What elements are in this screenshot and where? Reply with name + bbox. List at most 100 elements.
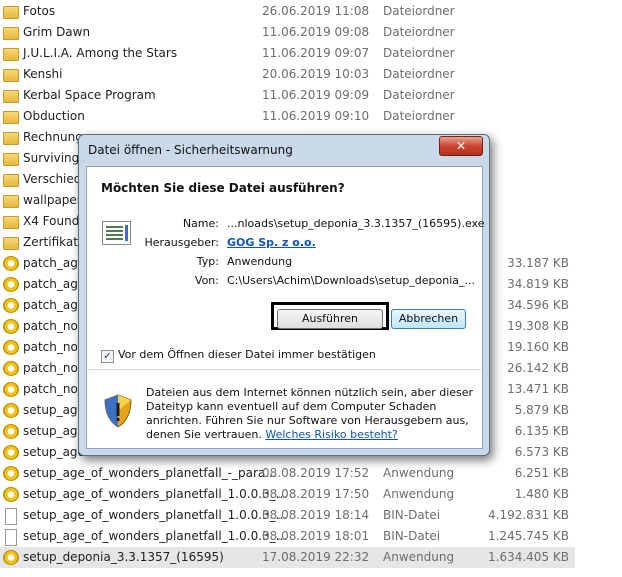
file-size: 13.471 KB (507, 382, 569, 396)
file-name: J.U.L.I.A. Among the Stars (23, 46, 178, 60)
folder-row[interactable]: Obduction 11.06.2019 09:10 Dateiordner (0, 106, 575, 127)
file-row[interactable]: setup_age_of_wonders_planetfall_1.0.0.3_… (0, 484, 575, 505)
folder-icon (3, 195, 19, 208)
folder-row[interactable]: J.U.L.I.A. Among the Stars 11.06.2019 09:… (0, 43, 575, 64)
file-type: Dateiordner (383, 4, 455, 18)
file-size: 6.251 KB (514, 466, 569, 480)
installer-icon (3, 382, 19, 397)
file-name: setup_age_of_wonders_planetfall_1.0.0.3_… (23, 529, 288, 543)
file-name: Grim Dawn (23, 25, 91, 39)
file-name: setup_age (23, 424, 85, 438)
name-label: Name: (182, 217, 219, 230)
folder-icon (3, 69, 19, 82)
dialog-title: Datei öffnen - Sicherheitswarnung (88, 143, 293, 157)
cancel-button[interactable]: Abbrechen (391, 309, 466, 329)
file-name: Obduction (23, 109, 85, 123)
from-label: Von: (194, 274, 219, 287)
file-date: 17.08.2019 22:32 (262, 550, 370, 564)
bin-file-icon (5, 508, 17, 525)
file-name: patch_age (23, 298, 86, 312)
file-date: 26.06.2019 11:08 (262, 4, 370, 18)
file-date: 11.06.2019 09:10 (262, 109, 370, 123)
folder-icon (3, 48, 19, 61)
file-size: 5.879 KB (514, 403, 569, 417)
dialog-heading: Möchten Sie diese Datei ausführen? (101, 181, 345, 195)
file-size: 34.819 KB (507, 277, 569, 291)
publisher-link[interactable]: GOG Sp. z o.o. (227, 236, 316, 249)
file-name: Kenshi (23, 67, 63, 81)
file-type: Anwendung (383, 487, 455, 501)
file-name: Rechnung (23, 130, 83, 144)
installer-icon (3, 403, 19, 418)
installer-icon (3, 466, 19, 481)
file-name: setup_age_of_wonders_planetfall_1.0.0.3_… (23, 508, 288, 522)
type-label: Typ: (196, 255, 219, 268)
file-name: setup_deponia_3.3.1357_(16595) (23, 550, 224, 564)
file-name: patch_age (23, 256, 86, 270)
installer-icon (3, 361, 19, 376)
always-confirm-label[interactable]: Vor dem Öffnen dieser Datei immer bestät… (118, 348, 376, 361)
separator (88, 369, 481, 370)
run-button[interactable]: Ausführen (277, 309, 383, 329)
folder-icon (3, 111, 19, 124)
dialog-content-panel: Möchten Sie diese Datei ausführen? Name:… (86, 166, 485, 449)
folder-row[interactable]: Fotos 26.06.2019 11:08 Dateiordner (0, 1, 575, 22)
file-name: setup_age (23, 445, 85, 459)
folder-row[interactable]: Grim Dawn 11.06.2019 09:08 Dateiordner (0, 22, 575, 43)
folder-icon (3, 237, 19, 250)
file-row[interactable]: setup_deponia_3.3.1357_(16595) 17.08.2019… (0, 547, 575, 568)
installer-icon (3, 256, 19, 271)
file-size: 1.480 KB (514, 487, 569, 501)
close-button[interactable]: ✕ (439, 136, 483, 156)
installer-icon (3, 424, 19, 439)
folder-icon (3, 132, 19, 145)
file-name: setup_age_of_wonders_planetfall_1.0.0.3_… (23, 487, 288, 501)
file-name: Fotos (23, 4, 56, 18)
installer-icon (3, 550, 19, 565)
folder-icon (3, 153, 19, 166)
installer-icon (3, 277, 19, 292)
file-size: 6.135 KB (514, 424, 569, 438)
shield-warning-icon (104, 394, 132, 428)
folder-icon (3, 216, 19, 229)
from-value: C:\Users\Achim\Downloads\setup_deponia_.… (227, 274, 476, 287)
file-row[interactable]: setup_age_of_wonders_planetfall_-_para..… (0, 463, 575, 484)
folder-row[interactable]: Kerbal Space Program 11.06.2019 09:09 Date… (0, 85, 575, 106)
file-row[interactable]: setup_age_of_wonders_planetfall_1.0.0.3_… (0, 526, 575, 547)
file-date: 11.06.2019 09:09 (262, 88, 370, 102)
file-type: Anwendung (383, 466, 455, 480)
file-date: 08.08.2019 18:14 (262, 508, 370, 522)
file-name: patch_no_ (23, 319, 84, 333)
file-name: patch_no_ (23, 340, 84, 354)
file-date: 11.06.2019 09:07 (262, 46, 370, 60)
file-date: 11.06.2019 09:08 (262, 25, 370, 39)
file-size: 34.596 KB (507, 298, 569, 312)
always-confirm-checkbox[interactable]: ✓ (101, 350, 114, 363)
risk-info-link[interactable]: Welches Risiko besteht? (265, 428, 397, 441)
file-date: 20.06.2019 10:03 (262, 67, 370, 81)
installer-icon (3, 445, 19, 460)
installer-icon (3, 319, 19, 334)
file-row[interactable]: setup_age_of_wonders_planetfall_1.0.0.3_… (0, 505, 575, 526)
file-date: 08.08.2019 17:50 (262, 487, 370, 501)
folder-icon (3, 27, 19, 40)
installer-icon (3, 340, 19, 355)
installer-icon (3, 298, 19, 313)
file-date: 08.08.2019 18:01 (262, 529, 370, 543)
file-type: Dateiordner (383, 109, 455, 123)
folder-row[interactable]: Kenshi 20.06.2019 10:03 Dateiordner (0, 64, 575, 85)
file-size: 6.573 KB (514, 445, 569, 459)
file-size: 1.634.405 KB (488, 550, 569, 564)
file-name: patch_no_ (23, 382, 84, 396)
type-value: Anwendung (227, 255, 293, 268)
file-name: setup_age_of_wonders_planetfall_-_para..… (23, 466, 277, 480)
file-type: BIN-Datei (383, 529, 441, 543)
name-value: ...nloads\setup_deponia_3.3.1357_(16595)… (227, 217, 485, 230)
file-type: Dateiordner (383, 25, 455, 39)
file-size: 1.245.745 KB (488, 529, 569, 543)
file-name: Kerbal Space Program (23, 88, 156, 102)
file-type: Dateiordner (383, 88, 455, 102)
file-size: 19.160 KB (507, 340, 569, 354)
file-type: BIN-Datei (383, 508, 441, 522)
security-warning-dialog: Datei öffnen - Sicherheitswarnung ✕ Möch… (78, 134, 490, 456)
